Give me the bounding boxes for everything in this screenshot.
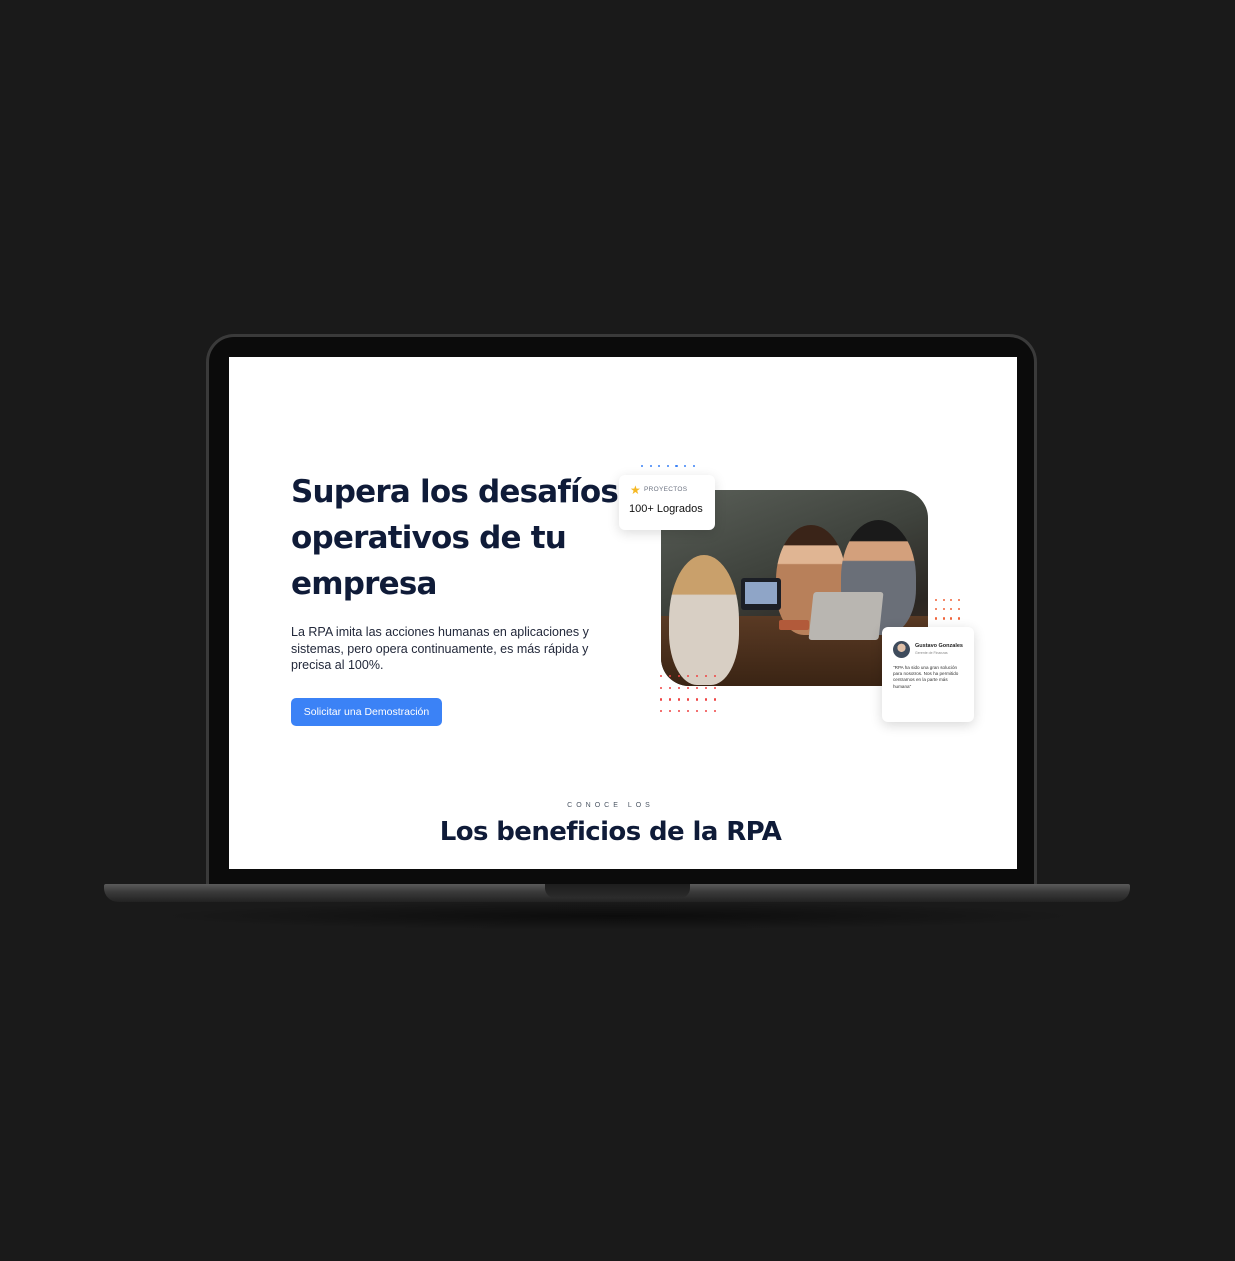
avatar [893,641,910,658]
testimonial-role: Gerente de Finanzas [915,651,948,655]
benefits-eyebrow: CONOCE LOS [567,802,654,809]
testimonial-name: Gustavo Gonzales [915,643,963,649]
testimonial-quote: "RPA ha sido una gran solución para noso… [893,665,959,689]
stat-label: PROYECTOS [644,486,688,493]
decorative-dots-blue [641,465,701,468]
laptop-shadow [150,902,1085,930]
benefits-title: Los beneficios de la RPA [439,817,782,847]
projects-stat-card: ★ PROYECTOS 100+ Logrados [619,475,715,530]
testimonial-card: Gustavo Gonzales Gerente de Finanzas "RP… [882,627,974,722]
request-demo-button[interactable]: Solicitar una Demostración [291,698,442,726]
hero-title: Supera los desafíos operativos de tu emp… [291,474,619,602]
hero-description: La RPA imita las acciones humanas en apl… [291,625,589,672]
laptop-notch [545,884,690,898]
decorative-dots-red [660,675,723,713]
decorative-dots-orange [935,599,965,620]
stat-value: 100+ Logrados [629,503,703,515]
laptop-screen: Supera los desafíos operativos de tu emp… [229,357,1017,869]
star-icon: ★ [630,483,641,497]
